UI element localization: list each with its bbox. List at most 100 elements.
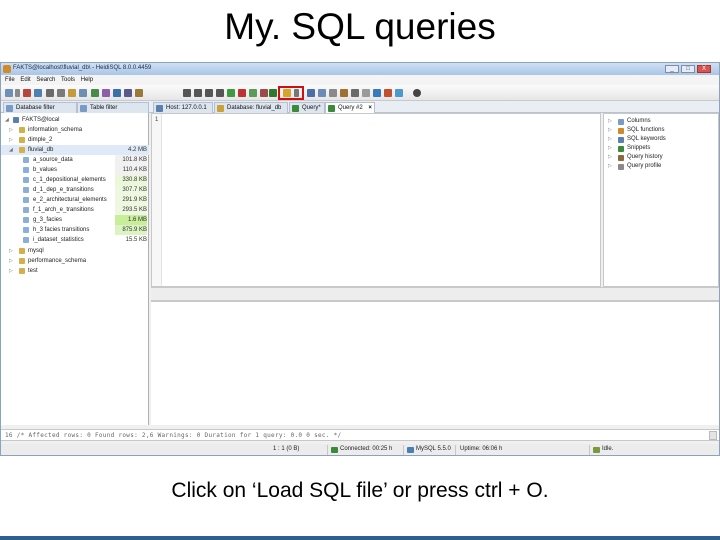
tree-database-node-selected[interactable]: ◢ fluvial_db 4.2 MB [1, 145, 149, 155]
helper-sql-functions[interactable]: ▷ SQL functions [604, 126, 719, 135]
save-snippet-icon[interactable] [318, 89, 326, 97]
previous-record-icon[interactable] [194, 89, 202, 97]
expand-arrow-icon[interactable]: ▷ [9, 266, 13, 276]
table-size: 1.6 MB [115, 215, 147, 225]
maintenance-icon[interactable] [124, 89, 132, 97]
table-icon [23, 227, 29, 233]
close-button[interactable]: X [697, 65, 711, 73]
undo-icon[interactable] [79, 89, 87, 97]
explain-query-icon[interactable] [329, 89, 337, 97]
expand-arrow-icon[interactable]: ▷ [9, 125, 13, 135]
tree-table-node[interactable]: g_3_facies 1.6 MB [1, 215, 149, 225]
export-sql-icon[interactable] [135, 89, 143, 97]
replace-text-icon[interactable] [362, 89, 370, 97]
new-window-icon[interactable] [34, 89, 42, 97]
helper-sql-keywords[interactable]: ▷ SQL keywords [604, 135, 719, 144]
cancel-edit-icon[interactable] [260, 89, 268, 97]
query-options-icon[interactable] [373, 89, 381, 97]
menu-file[interactable]: File [5, 75, 15, 85]
tree-root-node[interactable]: ◢ FAKTS@local [1, 115, 149, 125]
expand-arrow-icon[interactable]: ▷ [608, 153, 612, 162]
collapse-arrow-icon[interactable]: ◢ [5, 115, 9, 125]
tab-table-filter[interactable]: Table filter [77, 102, 149, 113]
helper-query-history[interactable]: ▷ Query history [604, 153, 719, 162]
stop-query-icon[interactable] [384, 89, 392, 97]
menu-help[interactable]: Help [81, 75, 93, 85]
refresh-icon[interactable] [91, 89, 99, 97]
delete-record-icon[interactable] [238, 89, 246, 97]
exit-icon[interactable] [413, 89, 421, 97]
find-text-icon[interactable] [351, 89, 359, 97]
results-grid[interactable] [151, 301, 719, 425]
tree-table-node[interactable]: c_1_depositional_elements 330.8 KB [1, 175, 149, 185]
helper-snippets[interactable]: ▷ Snippets [604, 144, 719, 153]
window-titlebar[interactable]: FAKTS@localhost\fluvial_db\ - HeidiSQL 8… [1, 63, 719, 75]
expand-arrow-icon[interactable]: ▷ [608, 135, 612, 144]
tree-database-node[interactable]: ▷ test [1, 266, 149, 276]
tree-table-node[interactable]: e_2_architectural_elements 291.9 KB [1, 195, 149, 205]
user-manager-icon[interactable] [102, 89, 110, 97]
maximize-button[interactable]: □ [681, 65, 695, 73]
expand-arrow-icon[interactable]: ▷ [9, 135, 13, 145]
expand-arrow-icon[interactable]: ▷ [608, 126, 612, 135]
expand-arrow-icon[interactable]: ▷ [9, 256, 13, 266]
table-icon [23, 237, 29, 243]
table-icon [23, 157, 29, 163]
close-tab-icon[interactable]: × [368, 105, 372, 111]
expand-arrow-icon[interactable]: ▷ [608, 117, 612, 126]
tree-table-node[interactable]: d_1_dep_e_transitions 307.7 KB [1, 185, 149, 195]
tree-table-node[interactable]: f_1_arch_e_transitions 293.5 KB [1, 205, 149, 215]
sql-editor[interactable]: 1 [151, 113, 601, 287]
tab-host[interactable]: Host: 127.0.0.1 [153, 102, 213, 113]
tab-database[interactable]: Database: fluvial_db [214, 102, 288, 113]
profile-icon [618, 164, 624, 170]
tree-database-node[interactable]: ▷ information_schema [1, 125, 149, 135]
tree-table-node[interactable]: a_source_data 101.8 KB [1, 155, 149, 165]
post-edit-icon[interactable] [249, 89, 257, 97]
dropdown-arrow-icon[interactable] [15, 89, 20, 97]
slide-footer-bar [0, 536, 720, 540]
tree-database-node[interactable]: ▷ mysql [1, 246, 149, 256]
tree-database-node[interactable]: ▷ dimple_2 [1, 135, 149, 145]
table-icon [23, 217, 29, 223]
collapse-arrow-icon[interactable]: ◢ [9, 145, 13, 155]
helper-columns[interactable]: ▷ Columns [604, 117, 719, 126]
tree-table-node[interactable]: i_dataset_statistics 15.5 KB [1, 235, 149, 245]
tab-database-filter[interactable]: Database filter [3, 102, 77, 113]
first-record-icon[interactable] [183, 89, 191, 97]
save-sql-icon[interactable] [307, 89, 315, 97]
editor-results-splitter[interactable] [151, 287, 719, 301]
connected-icon [331, 447, 338, 453]
tree-table-node[interactable]: h_3 facies transitions 875.9 KB [1, 225, 149, 235]
tab-query-2[interactable]: Query #2 × [325, 102, 375, 113]
status-divider [455, 445, 456, 455]
menu-search[interactable]: Search [36, 75, 55, 85]
disconnect-icon[interactable] [23, 89, 31, 97]
last-record-icon[interactable] [216, 89, 224, 97]
help-icon[interactable] [395, 89, 403, 97]
main-toolbar [1, 85, 719, 101]
menu-edit[interactable]: Edit [20, 75, 30, 85]
reformat-sql-icon[interactable] [340, 89, 348, 97]
expand-arrow-icon[interactable]: ▷ [608, 144, 612, 153]
next-record-icon[interactable] [205, 89, 213, 97]
expand-arrow-icon[interactable]: ▷ [608, 162, 612, 171]
tab-query[interactable]: Query* [289, 102, 325, 113]
menu-tools[interactable]: Tools [61, 75, 75, 85]
status-cursor-position: 1 : 1 (0 B) [273, 446, 300, 452]
tree-table-node[interactable]: b_values 110.4 KB [1, 165, 149, 175]
expand-arrow-icon[interactable]: ▷ [9, 246, 13, 256]
window-title: FAKTS@localhost\fluvial_db\ - HeidiSQL 8… [13, 65, 152, 71]
cut-icon[interactable] [46, 89, 54, 97]
execute-query-icon[interactable] [269, 89, 277, 97]
minimize-button[interactable]: _ [665, 65, 679, 73]
helper-query-profile[interactable]: ▷ Query profile [604, 162, 719, 171]
log-scrollbar[interactable] [709, 431, 717, 440]
insert-record-icon[interactable] [227, 89, 235, 97]
session-manager-icon[interactable] [5, 89, 13, 97]
editor-gutter: 1 [152, 114, 162, 286]
copy-icon[interactable] [57, 89, 65, 97]
tree-database-node[interactable]: ▷ performance_schema [1, 256, 149, 266]
paste-icon[interactable] [68, 89, 76, 97]
database-tools-icon[interactable] [113, 89, 121, 97]
